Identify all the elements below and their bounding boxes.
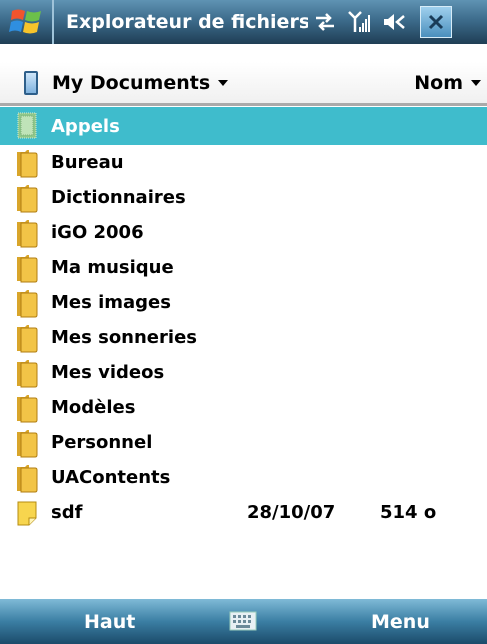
folder-icon	[15, 288, 39, 318]
item-name: Personnel	[51, 432, 153, 453]
folder-row[interactable]: Mes images	[0, 285, 487, 320]
sort-chevron-down-icon	[471, 79, 481, 86]
folder-row[interactable]: Modèles	[0, 390, 487, 425]
folder-icon	[15, 428, 39, 458]
softkey-bar: Haut Menu	[0, 599, 487, 644]
softkey-right[interactable]: Menu	[371, 611, 430, 633]
folder-icon	[15, 358, 39, 388]
folder-row[interactable]: Bureau	[0, 145, 487, 180]
volume-icon	[384, 14, 405, 30]
item-name: sdf	[51, 502, 83, 523]
item-name: Mes videos	[51, 362, 165, 383]
folder-icon	[15, 323, 39, 353]
item-name: iGO 2006	[51, 222, 144, 243]
folder-icon	[15, 148, 39, 178]
sort-dropdown[interactable]: Nom	[414, 72, 481, 94]
folder-row[interactable]: Personnel	[0, 425, 487, 460]
title-bar: Explorateur de fichiers	[0, 0, 487, 44]
item-name: Mes images	[51, 292, 171, 313]
folder-icon	[15, 110, 39, 140]
file-icon	[15, 498, 39, 528]
item-name: Dictionnaires	[51, 187, 186, 208]
folder-row[interactable]: Mes sonneries	[0, 320, 487, 355]
softkey-left[interactable]: Haut	[84, 611, 135, 633]
file-list: Appels Bureau Dictionnaires iGO 2006 Ma musi…	[0, 107, 487, 530]
sort-label: Nom	[414, 71, 463, 94]
item-name: Ma musique	[51, 257, 174, 278]
folder-row[interactable]: Dictionnaires	[0, 180, 487, 215]
folder-icon	[15, 463, 39, 493]
window-title: Explorateur de fichiers	[66, 11, 308, 33]
current-folder: My Documents	[52, 71, 211, 94]
folder-row[interactable]: Appels	[0, 107, 487, 145]
folder-row[interactable]: iGO 2006	[0, 215, 487, 250]
folder-icon	[15, 253, 39, 283]
folder-dropdown[interactable]: My Documents	[24, 70, 229, 95]
file-row[interactable]: sdf 28/10/07 514 o	[0, 495, 487, 530]
folder-row[interactable]: UAContents	[0, 460, 487, 495]
signal-strength-icon	[348, 11, 370, 32]
item-name: Appels	[51, 115, 120, 137]
folder-icon	[15, 183, 39, 213]
keyboard-icon[interactable]	[229, 611, 257, 631]
item-name: Mes sonneries	[51, 327, 197, 348]
folder-row[interactable]: Ma musique	[0, 250, 487, 285]
windows-flag-icon	[9, 9, 41, 34]
start-button[interactable]	[0, 0, 54, 44]
folder-row[interactable]: Mes videos	[0, 355, 487, 390]
folder-icon	[15, 218, 39, 248]
item-size: 514 o	[380, 502, 437, 523]
chevron-down-icon	[218, 79, 229, 86]
item-name: Bureau	[51, 152, 124, 173]
item-date: 28/10/07	[247, 502, 336, 523]
folder-icon	[15, 393, 39, 423]
connectivity-icon	[316, 13, 334, 31]
device-icon	[24, 70, 38, 95]
item-name: Modèles	[51, 397, 136, 418]
close-icon	[428, 14, 444, 30]
item-name: UAContents	[51, 467, 171, 488]
location-bar: My Documents Nom	[0, 62, 487, 106]
close-button[interactable]	[420, 6, 452, 38]
